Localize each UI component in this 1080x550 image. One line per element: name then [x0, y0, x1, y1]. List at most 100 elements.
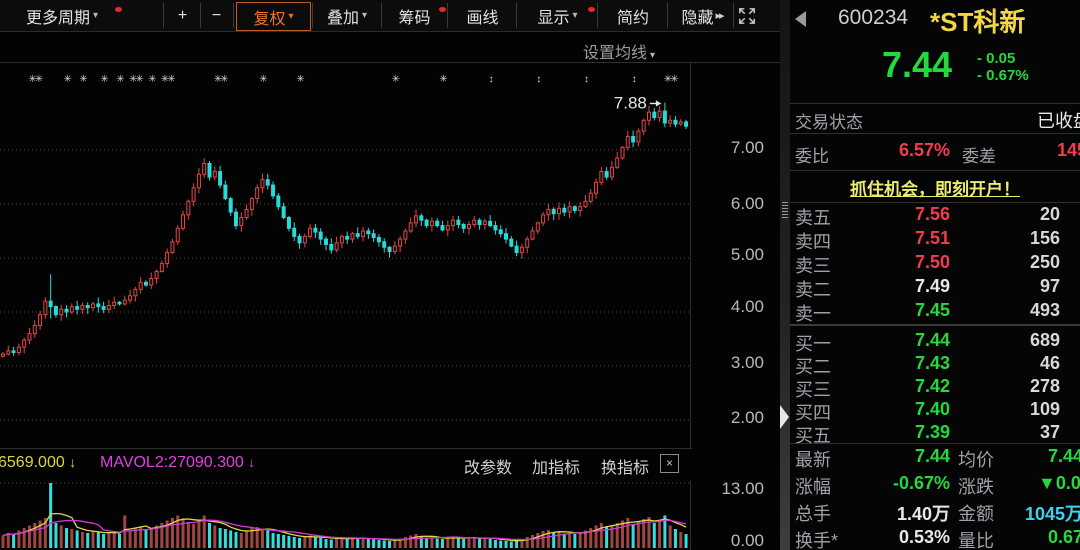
volume-bar — [372, 540, 375, 549]
candle — [129, 296, 132, 300]
candle — [134, 289, 137, 295]
buy-row[interactable]: 买二7.4346 — [790, 353, 1080, 377]
indicator-header-bar: 6569.000 ↓ MAVOL2:27090.300 ↓ 改参数 加指标 换指… — [0, 449, 692, 480]
display-button[interactable]: 显示▾ — [522, 2, 593, 29]
candle — [674, 120, 677, 124]
candle — [531, 231, 534, 239]
candle — [86, 306, 89, 308]
level-price: 7.44 — [860, 330, 950, 351]
collapse-panel-arrow-icon[interactable] — [780, 405, 789, 429]
event-marker: ✳ — [392, 74, 400, 85]
back-arrow-icon[interactable] — [795, 11, 806, 27]
volume-bar — [324, 539, 327, 548]
sell-row[interactable]: 卖四7.51156 — [790, 228, 1080, 252]
sell-row[interactable]: 卖一7.45493 — [790, 300, 1080, 324]
candle — [240, 218, 243, 226]
chevron-down-icon: ▾ — [93, 10, 98, 21]
ma-settings-dropdown[interactable]: 设置均线▾ — [583, 39, 655, 63]
candle — [81, 306, 84, 310]
candle — [563, 208, 566, 212]
event-marker: ↕ — [632, 74, 636, 85]
sell-row[interactable]: 卖二7.4997 — [790, 276, 1080, 300]
volume-bar — [314, 537, 317, 548]
volume-bar — [367, 539, 370, 549]
toolbar-button-label: + — [178, 7, 187, 25]
candle — [287, 218, 290, 229]
simple-mode-button[interactable]: 简约 — [602, 2, 664, 29]
zoom-in-button[interactable]: + — [166, 2, 199, 29]
quote-panel: 600234 *ST科新 7.44 - 0.05 - 0.67% 交易状态 已收… — [790, 0, 1080, 550]
candle — [219, 172, 222, 186]
event-marker: ✳✳ — [129, 74, 143, 85]
candle — [70, 307, 73, 312]
candle — [362, 231, 365, 236]
zoom-out-button[interactable]: − — [201, 2, 232, 29]
splitter-grip-icon[interactable] — [782, 202, 788, 218]
volume-bar — [229, 531, 232, 549]
add-indicator-button[interactable]: 加指标 — [532, 454, 580, 478]
volume-bar — [240, 533, 243, 548]
candle — [250, 199, 253, 210]
candle — [388, 247, 391, 251]
volume-bar — [245, 531, 248, 549]
overlay-button[interactable]: 叠加▾ — [316, 2, 378, 29]
candle — [595, 182, 598, 193]
last-price: 7.44 — [882, 44, 952, 86]
candle — [7, 351, 10, 354]
volume-bar — [261, 529, 264, 548]
sell-row[interactable]: 卖五7.5620 — [790, 204, 1080, 228]
volume-bar — [224, 529, 227, 548]
level-quantity: 156 — [950, 228, 1060, 249]
volume-bar — [415, 534, 418, 548]
candle — [367, 231, 370, 234]
candle — [547, 209, 550, 214]
stat-label: 涨跌 — [958, 473, 994, 499]
fullscreen-button[interactable] — [738, 2, 769, 29]
candle — [647, 112, 650, 120]
volume-bar — [12, 534, 15, 548]
candle — [637, 131, 640, 142]
more-periods-button[interactable]: 更多周期▾ — [4, 2, 120, 29]
volume-bar — [187, 522, 190, 548]
ma-settings-label: 设置均线 — [583, 45, 647, 62]
volume-chart[interactable] — [0, 481, 692, 550]
candle — [118, 302, 121, 304]
candle — [679, 122, 682, 124]
candle — [557, 208, 560, 213]
buy-row[interactable]: 买一7.44689 — [790, 330, 1080, 354]
candlestick-chart[interactable]: ✳✳✳✳✳✳✳✳✳✳✳✳✳✳✳✳✳↕↕↕↕✳✳7.88 — [0, 63, 692, 448]
candle — [234, 212, 237, 226]
expand-icon — [738, 7, 756, 25]
volume-bar — [298, 538, 301, 548]
draw-line-button[interactable]: 画线 — [452, 2, 513, 29]
candle — [335, 243, 338, 250]
level-quantity: 278 — [950, 376, 1060, 397]
chips-button[interactable]: 筹码 — [385, 2, 444, 29]
buy-row[interactable]: 买三7.42278 — [790, 376, 1080, 400]
volume-bar — [113, 532, 116, 548]
panel-splitter[interactable] — [780, 0, 790, 550]
hide-button[interactable]: 隐藏▸▸ — [672, 2, 732, 29]
divider — [790, 170, 1080, 171]
volume-bar — [234, 532, 237, 548]
stat-label: 量比 — [958, 527, 994, 550]
stat-value: -0.67% — [850, 473, 950, 494]
sell-row[interactable]: 卖三7.50250 — [790, 252, 1080, 276]
volume-bar — [107, 533, 110, 548]
level-price: 7.39 — [860, 422, 950, 443]
volume-bar — [303, 537, 306, 548]
volume-bar — [483, 538, 486, 548]
open-account-ad-link[interactable]: 抓住机会，即刻开户！ — [790, 175, 1080, 200]
volume-bar — [536, 533, 539, 548]
buy-row[interactable]: 买四7.40109 — [790, 399, 1080, 423]
edit-params-button[interactable]: 改参数 — [464, 454, 512, 478]
close-indicator-button[interactable]: × — [660, 454, 679, 473]
arrow-down-icon: ↓ — [69, 454, 76, 470]
stat-value: 0.53% — [850, 527, 950, 548]
volume-bar — [457, 538, 460, 548]
candle — [430, 221, 433, 225]
adjust-price-button[interactable]: 复权▾ — [236, 2, 311, 31]
volume-bar — [467, 538, 470, 548]
candle — [383, 242, 386, 247]
switch-indicator-button[interactable]: 换指标 — [601, 454, 649, 478]
